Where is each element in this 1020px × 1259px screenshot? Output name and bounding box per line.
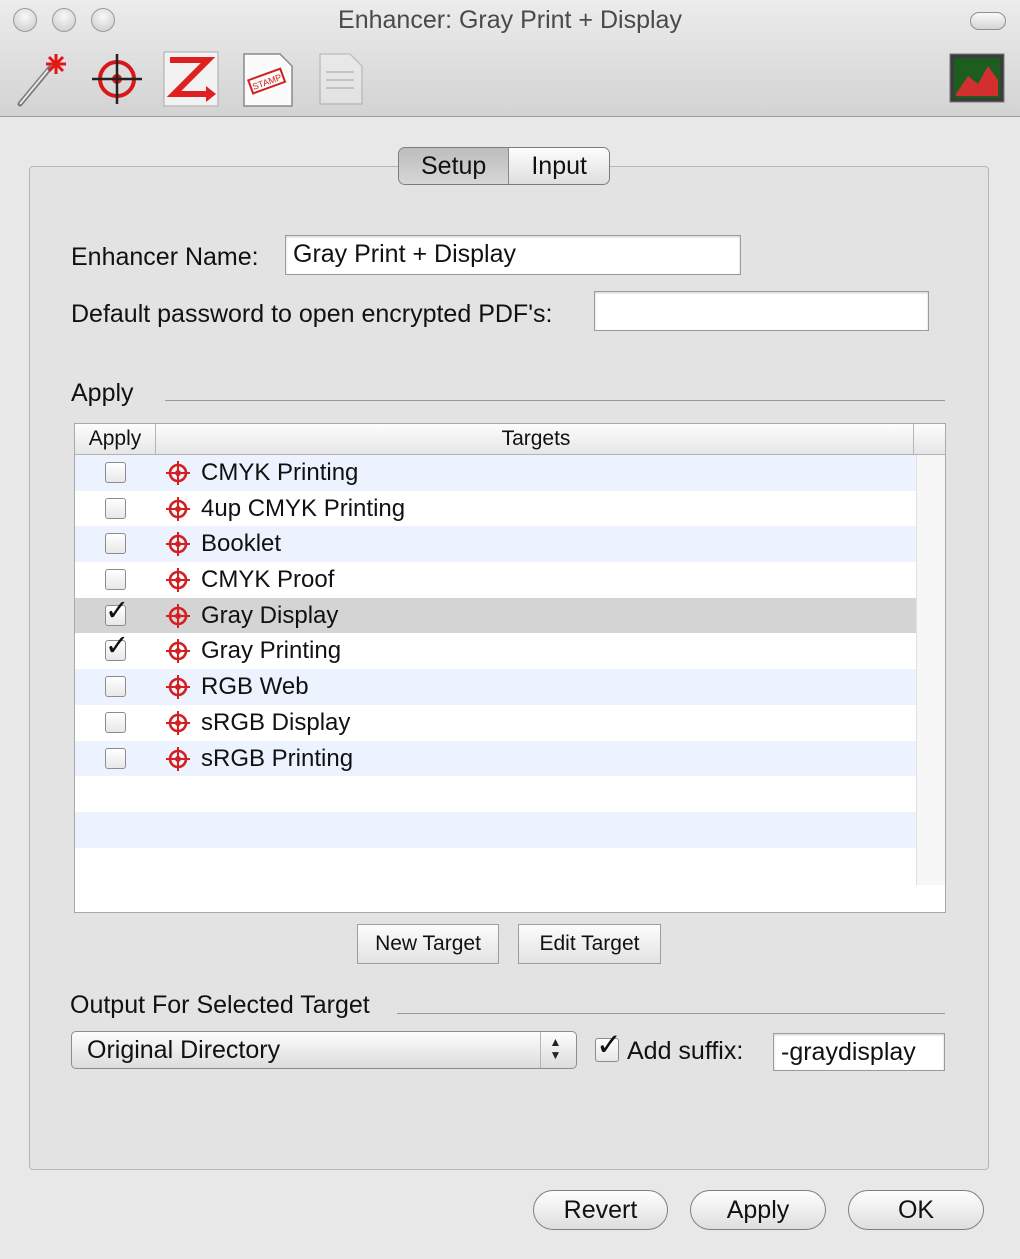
checkmark-icon: ✓	[105, 630, 130, 663]
checkmark-icon: ✓	[105, 594, 130, 627]
table-row[interactable]: sRGB Printing	[75, 740, 916, 777]
target-icon	[166, 746, 190, 771]
window-title: Enhancer: Gray Print + Display	[338, 6, 682, 34]
new-target-button[interactable]: New Target	[357, 924, 499, 964]
table-header: Apply Targets	[75, 424, 945, 455]
tab-input[interactable]: Input	[509, 148, 609, 184]
empty-row	[75, 776, 916, 812]
document-icon[interactable]	[310, 50, 368, 108]
add-suffix-checkbox[interactable]: ✓	[595, 1029, 622, 1062]
apply-checkbox[interactable]	[105, 676, 126, 698]
target-icon	[166, 710, 190, 735]
table-row[interactable]: RGB Web	[75, 669, 916, 705]
table-row[interactable]: ✓ Gray Printing	[75, 632, 916, 669]
convert-icon[interactable]	[162, 50, 220, 108]
tab-setup[interactable]: Setup	[399, 148, 510, 184]
target-icon[interactable]	[88, 50, 146, 108]
window-titlebar: Enhancer: Gray Print + Display STAMP	[0, 0, 1020, 117]
target-icon	[166, 603, 190, 628]
target-name: Booklet	[201, 530, 282, 558]
target-icon	[166, 496, 190, 521]
target-name: CMYK Printing	[201, 459, 359, 486]
target-name: 4up CMYK Printing	[201, 494, 406, 522]
ok-button[interactable]: OK	[848, 1190, 984, 1230]
magic-wand-icon[interactable]	[14, 50, 72, 108]
target-icon	[166, 461, 190, 485]
enhancer-name-input[interactable]: Gray Print + Display	[285, 235, 741, 275]
toolbar-toggle-button[interactable]	[970, 12, 1006, 30]
suffix-input[interactable]: -graydisplay	[773, 1033, 945, 1071]
tab-bar: Setup Input	[398, 147, 610, 185]
target-icon	[166, 675, 190, 700]
target-name: sRGB Printing	[201, 744, 354, 772]
target-name: CMYK Proof	[201, 566, 335, 594]
add-suffix-label: Add suffix:	[627, 1037, 744, 1065]
table-row[interactable]: CMYK Proof	[75, 562, 916, 598]
empty-row	[75, 811, 916, 848]
output-destination-value: Original Directory	[87, 1036, 281, 1064]
target-icon	[166, 568, 190, 593]
target-icon	[166, 532, 190, 557]
password-label: Default password to open encrypted PDF's…	[71, 300, 553, 328]
table-row[interactable]: 4up CMYK Printing	[75, 491, 916, 527]
output-section-heading: Output For Selected Target	[70, 991, 370, 1019]
target-name: Gray Printing	[201, 637, 342, 665]
table-row[interactable]: CMYK Printing	[75, 455, 916, 491]
output-destination-select[interactable]: Original Directory ▲ ▼	[71, 1031, 577, 1069]
edit-target-button[interactable]: Edit Target	[518, 924, 661, 964]
apply-checkbox[interactable]	[105, 462, 126, 483]
target-name: sRGB Display	[201, 708, 351, 736]
apply-button[interactable]: Apply	[690, 1190, 826, 1230]
apply-checkbox[interactable]	[105, 747, 126, 769]
column-divider	[913, 424, 914, 454]
apply-divider	[165, 400, 945, 401]
column-header-targets[interactable]: Targets	[156, 424, 916, 454]
password-input[interactable]	[594, 291, 929, 331]
targets-table: Apply Targets CMYK Printing 4up CMYK Prin…	[74, 423, 946, 913]
column-header-apply[interactable]: Apply	[75, 424, 155, 454]
preview-icon[interactable]	[948, 50, 1006, 108]
table-row[interactable]: Booklet	[75, 526, 916, 563]
targets-list: CMYK Printing 4up CMYK Printing Booklet CMY…	[75, 455, 916, 883]
apply-checkbox[interactable]	[105, 533, 126, 555]
target-name: RGB Web	[201, 673, 309, 701]
apply-section-heading: Apply	[71, 379, 134, 407]
apply-checkbox[interactable]: ✓	[105, 596, 129, 626]
apply-checkbox[interactable]	[105, 497, 126, 519]
vertical-scrollbar[interactable]	[916, 455, 945, 885]
apply-checkbox[interactable]	[105, 711, 126, 733]
target-icon	[166, 639, 190, 664]
enhancer-name-label: Enhancer Name:	[71, 243, 259, 271]
updown-arrows-icon: ▲ ▼	[540, 1032, 570, 1068]
revert-button[interactable]: Revert	[533, 1190, 668, 1230]
empty-row	[75, 848, 916, 884]
apply-checkbox[interactable]: ✓	[105, 632, 129, 662]
stamp-icon[interactable]: STAMP	[238, 50, 296, 108]
table-row[interactable]: sRGB Display	[75, 705, 916, 741]
checkmark-icon: ✓	[596, 1027, 622, 1062]
table-row[interactable]: ✓ Gray Display	[75, 596, 916, 634]
apply-checkbox[interactable]	[105, 569, 126, 591]
target-name: Gray Display	[201, 601, 339, 629]
output-divider	[397, 1013, 945, 1014]
